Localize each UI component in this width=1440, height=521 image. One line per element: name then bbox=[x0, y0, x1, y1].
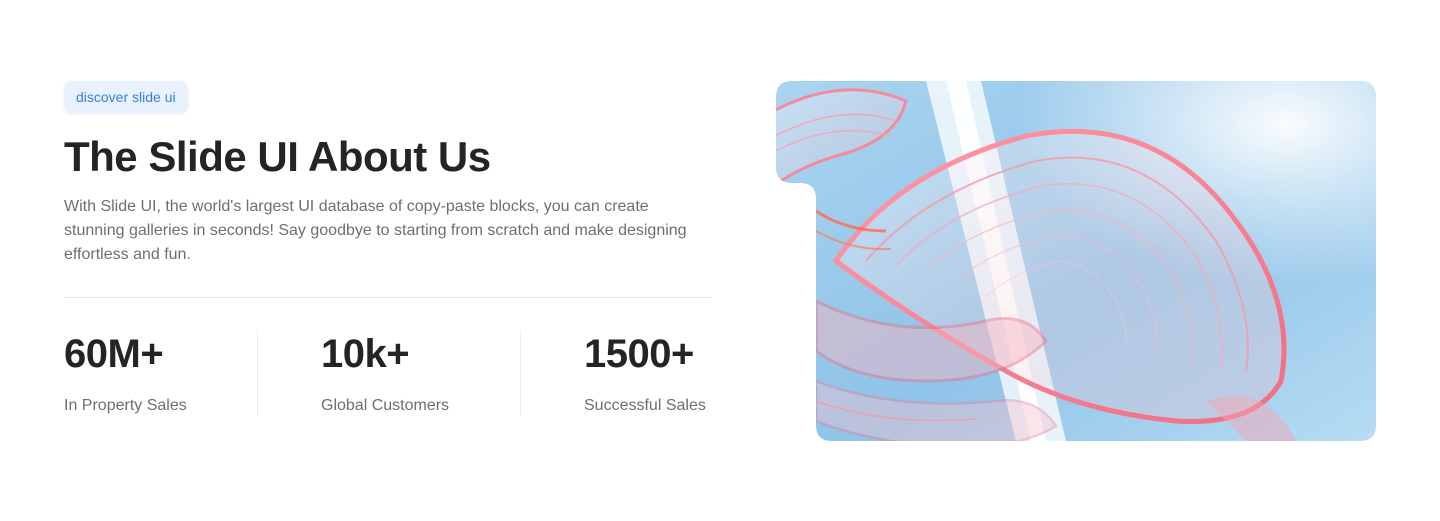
stat-value: 1500+ bbox=[584, 332, 694, 376]
stat-value: 10k+ bbox=[321, 332, 410, 376]
stat-label: Successful Sales bbox=[584, 397, 706, 414]
abstract-glass-image bbox=[776, 81, 1376, 441]
page-title: The Slide UI About Us bbox=[64, 133, 491, 180]
stat-property-sales: 60M+ In Property Sales bbox=[64, 330, 187, 416]
stat-divider bbox=[520, 330, 521, 416]
stats-row: 60M+ In Property Sales 10k+ Global Custo… bbox=[64, 330, 712, 416]
stat-successful-sales: 1500+ Successful Sales bbox=[584, 330, 706, 416]
about-description: With Slide UI, the world's largest UI da… bbox=[64, 198, 687, 263]
about-content: discover slide ui The Slide UI About Us … bbox=[64, 81, 712, 416]
about-section: discover slide ui The Slide UI About Us … bbox=[0, 0, 1440, 521]
stat-label: In Property Sales bbox=[64, 397, 187, 414]
stat-value: 60M+ bbox=[64, 332, 164, 376]
divider bbox=[64, 297, 712, 298]
discover-badge[interactable]: discover slide ui bbox=[64, 81, 188, 113]
stat-label: Global Customers bbox=[321, 397, 450, 414]
stat-divider bbox=[257, 330, 258, 416]
stat-global-customers: 10k+ Global Customers bbox=[321, 330, 449, 416]
